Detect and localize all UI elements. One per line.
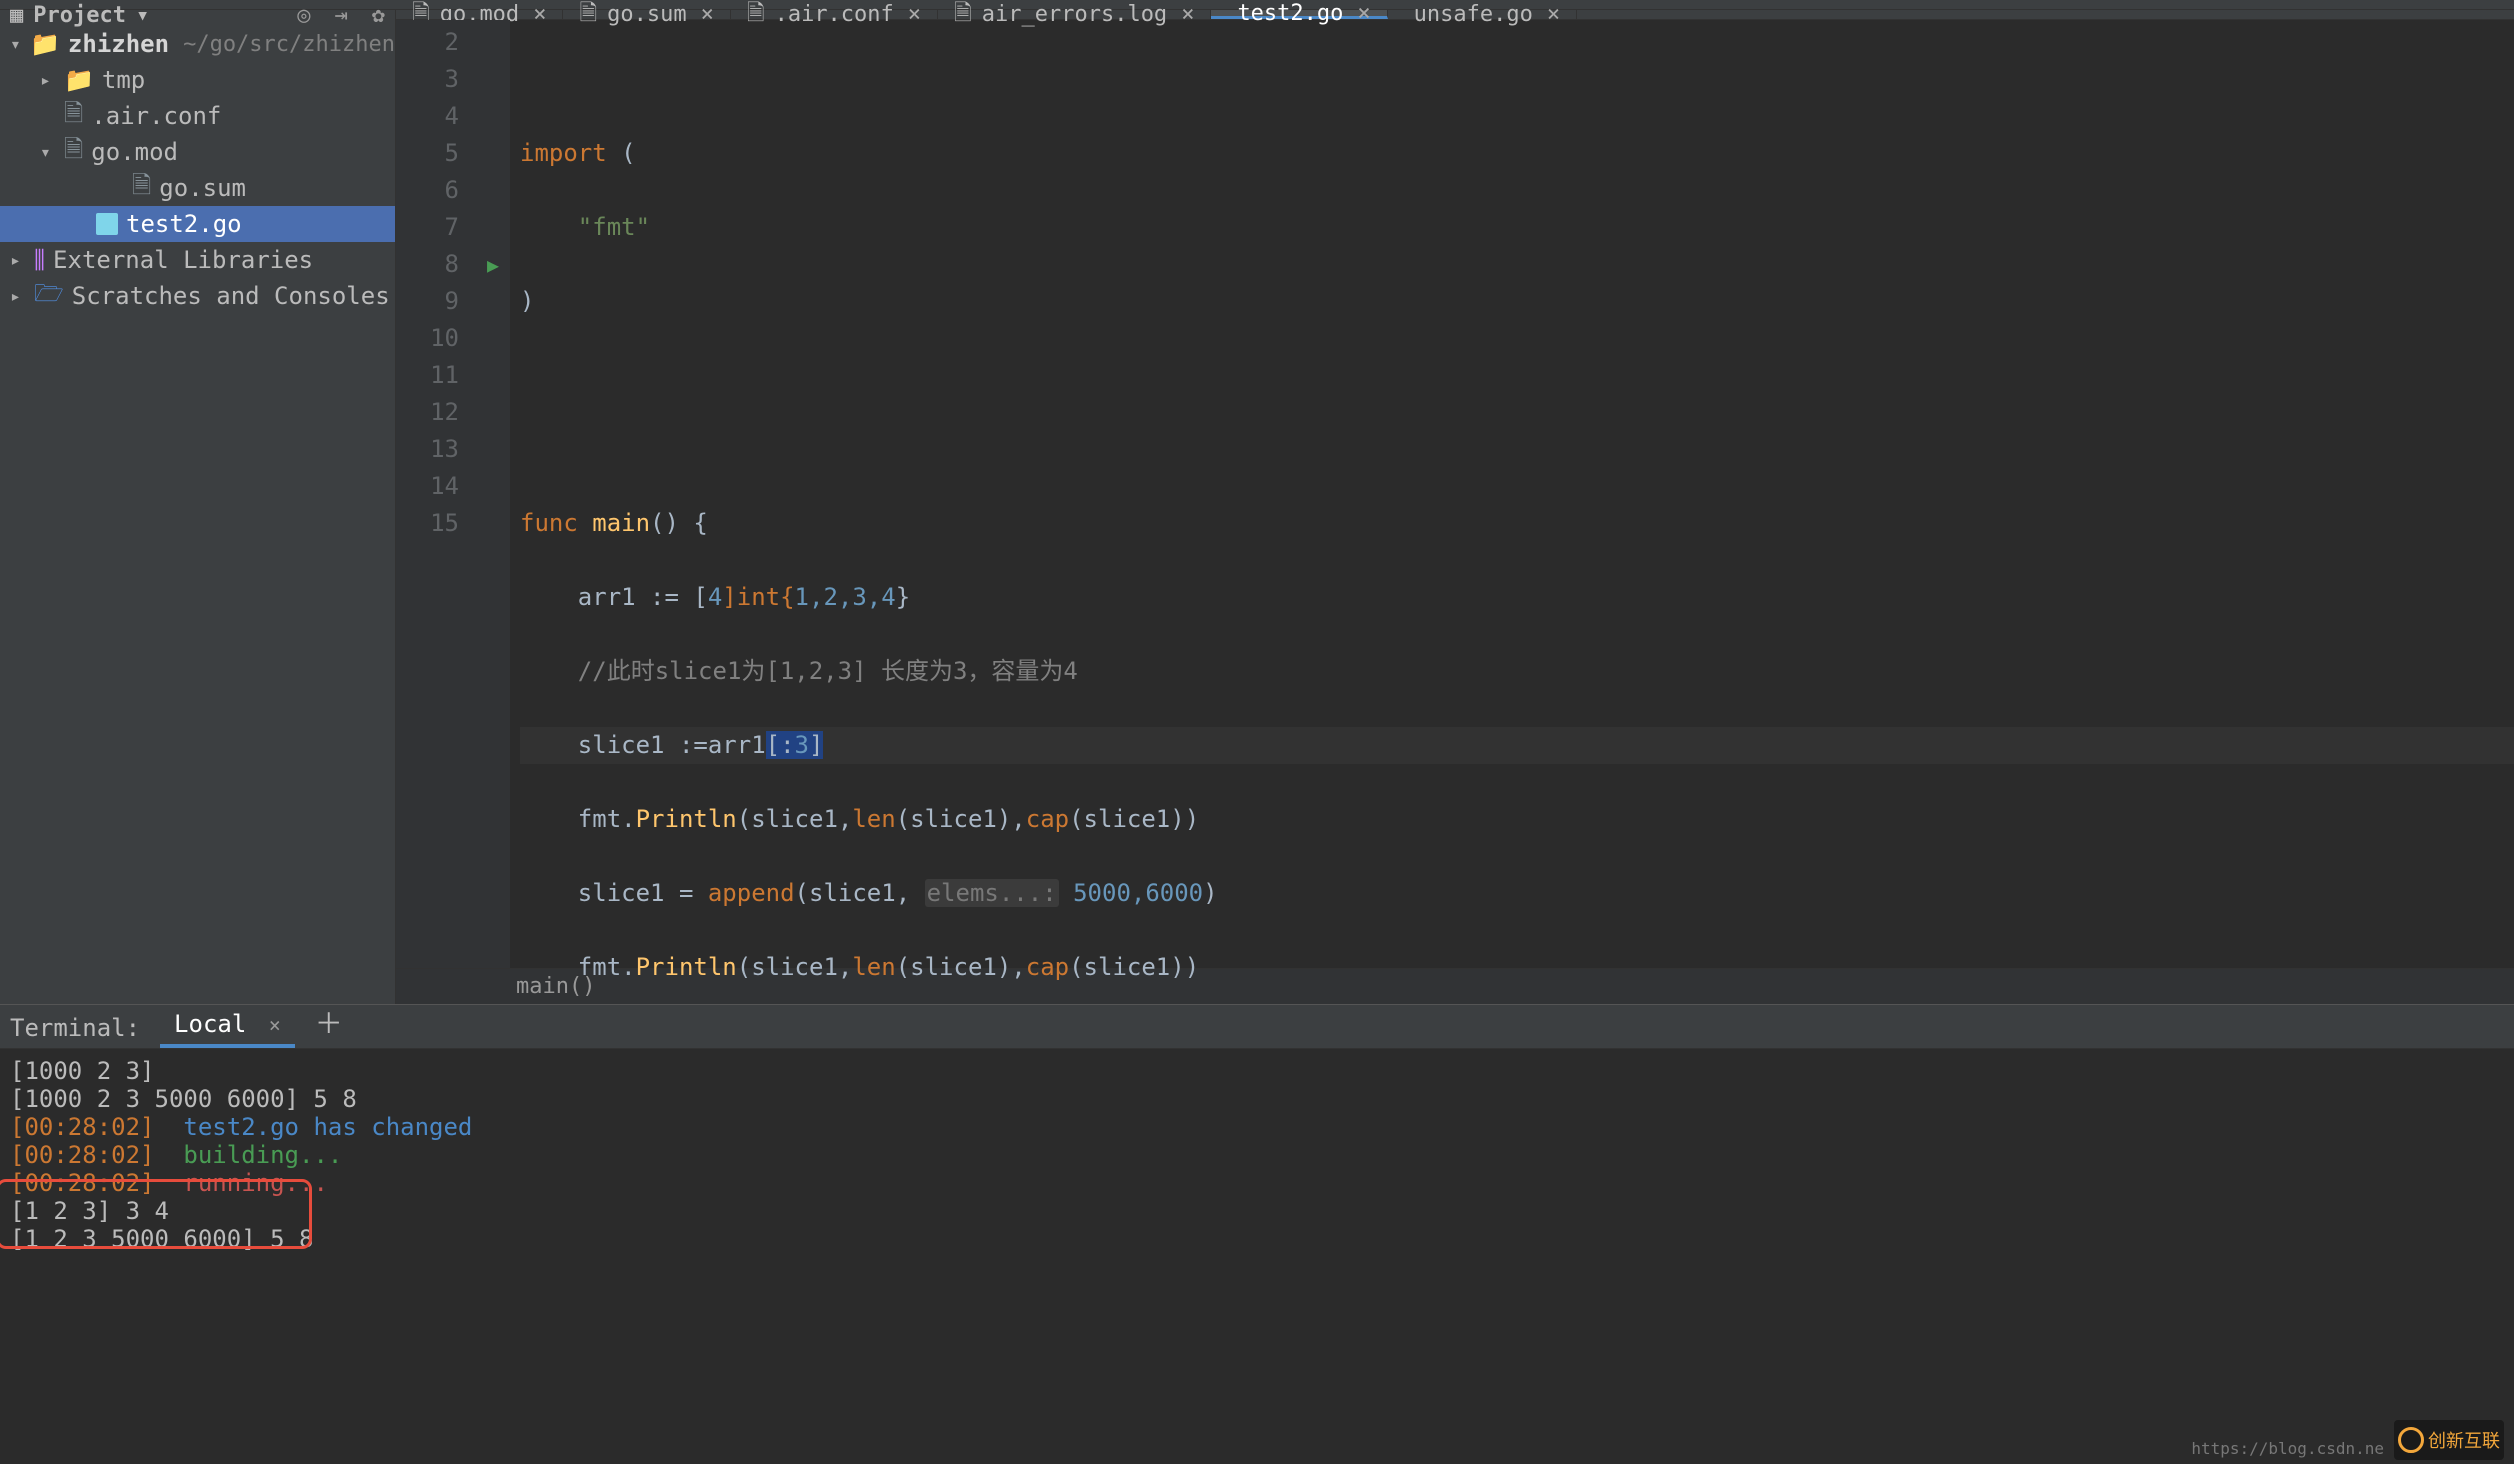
logo-circle-icon	[2398, 1427, 2424, 1453]
go-file-icon	[96, 213, 118, 235]
project-tree[interactable]: ▾ 📁 zhizhen ~/go/src/zhizhen ▸ 📁 tmp 🗎 .…	[0, 20, 395, 1004]
tree-label: test2.go	[126, 210, 242, 238]
terminal-line: [1 2 3 5000 6000] 5 8	[10, 1225, 2504, 1253]
tree-item-go-mod[interactable]: ▾ 🗎 go.mod	[0, 134, 395, 170]
watermark-logo: 创新互联	[2394, 1420, 2504, 1460]
watermark-text: https://blog.csdn.ne	[2191, 1439, 2384, 1458]
editor-body: 2 3 4 5 6 7 8 9 10 11 12 13 14 15 ▶	[396, 20, 2514, 968]
tab-go-mod[interactable]: 🗎go.mod×	[396, 10, 563, 19]
tree-root[interactable]: ▾ 📁 zhizhen ~/go/src/zhizhen	[0, 26, 395, 62]
folder-icon: 📁	[30, 30, 60, 58]
terminal-tab-local[interactable]: Local ×	[160, 1006, 295, 1048]
folder-icon: 📁	[64, 66, 94, 94]
tree-label: .air.conf	[91, 102, 221, 130]
tree-label: Scratches and Consoles	[72, 282, 390, 310]
editor-pane: 🗎go.mod× 🗎go.sum× 🗎.air.conf× 🗎air_error…	[396, 10, 2514, 1004]
tree-item-test2-go[interactable]: test2.go	[0, 206, 395, 242]
tree-label: tmp	[102, 66, 145, 94]
root-name: zhizhen	[68, 30, 169, 58]
terminal-line: [00:28:02] building...	[10, 1141, 2504, 1169]
terminal-line: [1000 2 3]	[10, 1057, 2504, 1085]
tab-air-errors-log[interactable]: 🗎air_errors.log×	[938, 10, 1211, 19]
editor-tabs: 🗎go.mod× 🗎go.sum× 🗎.air.conf× 🗎air_error…	[396, 10, 2514, 20]
chevron-right-icon[interactable]: ▸	[10, 250, 26, 271]
tree-item-air-conf[interactable]: 🗎 .air.conf	[0, 98, 395, 134]
project-sidebar: ▦ Project ▾ ◎ ⇥ ✿ ▾ 📁 zhizhen ~/go/src/z…	[0, 10, 396, 1004]
terminal-line: [00:28:02] test2.go has changed	[10, 1113, 2504, 1141]
terminal-tab-label: Local	[174, 1010, 246, 1038]
file-icon: 🗎	[64, 96, 83, 137]
tree-scratches[interactable]: ▸ 🗁 Scratches and Consoles	[0, 278, 395, 314]
terminal-title: Terminal:	[10, 1014, 140, 1048]
file-icon: 🗎	[64, 132, 83, 173]
tree-external-libraries[interactable]: ▸ ⫼ External Libraries	[0, 242, 395, 278]
terminal-line: [1000 2 3 5000 6000] 5 8	[10, 1085, 2504, 1113]
library-icon: ⫼	[34, 246, 45, 274]
run-gutter-icon[interactable]: ▶	[476, 246, 510, 283]
terminal-line: [00:28:02] running...	[10, 1169, 2504, 1197]
root-path: ~/go/src/zhizhen	[183, 32, 395, 57]
tab-unsafe-go[interactable]: unsafe.go×	[1388, 10, 1577, 19]
chevron-right-icon[interactable]: ▸	[10, 286, 26, 307]
terminal-panel: Terminal: Local × ＋ [1000 2 3] [1000 2 3…	[0, 1004, 2514, 1464]
terminal-body[interactable]: [1000 2 3] [1000 2 3 5000 6000] 5 8 [00:…	[0, 1049, 2514, 1464]
line-number-gutter: 2 3 4 5 6 7 8 9 10 11 12 13 14 15	[396, 20, 476, 968]
tab-go-sum[interactable]: 🗎go.sum×	[563, 10, 730, 19]
file-icon: 🗎	[132, 168, 151, 209]
tree-item-tmp[interactable]: ▸ 📁 tmp	[0, 62, 395, 98]
main-area: ▦ Project ▾ ◎ ⇥ ✿ ▾ 📁 zhizhen ~/go/src/z…	[0, 10, 2514, 1004]
scratch-icon: 🗁	[34, 276, 64, 317]
terminal-add-icon[interactable]: ＋	[315, 1002, 343, 1048]
gutter-marks: ▶	[476, 20, 510, 968]
sidebar-header: ▦ Project ▾ ◎ ⇥ ✿	[0, 10, 395, 20]
chevron-down-icon[interactable]: ▾	[10, 34, 22, 55]
tree-item-go-sum[interactable]: 🗎 go.sum	[0, 170, 395, 206]
terminal-line: [1 2 3] 3 4	[10, 1197, 2504, 1225]
close-icon[interactable]: ×	[269, 1013, 281, 1037]
chevron-right-icon[interactable]: ▸	[40, 70, 56, 91]
logo-text: 创新互联	[2428, 1427, 2500, 1453]
tree-label: go.sum	[159, 174, 246, 202]
tab-air-conf[interactable]: 🗎.air.conf×	[731, 10, 938, 19]
code-editor[interactable]: import ( "fmt" ) func main() { arr1 := […	[510, 20, 2514, 968]
tree-label: External Libraries	[53, 246, 313, 274]
tree-label: go.mod	[91, 138, 178, 166]
chevron-down-icon[interactable]: ▾	[40, 142, 56, 163]
tab-test2-go[interactable]: test2.go×	[1211, 10, 1387, 19]
annotation-highlight-box	[0, 1179, 312, 1249]
